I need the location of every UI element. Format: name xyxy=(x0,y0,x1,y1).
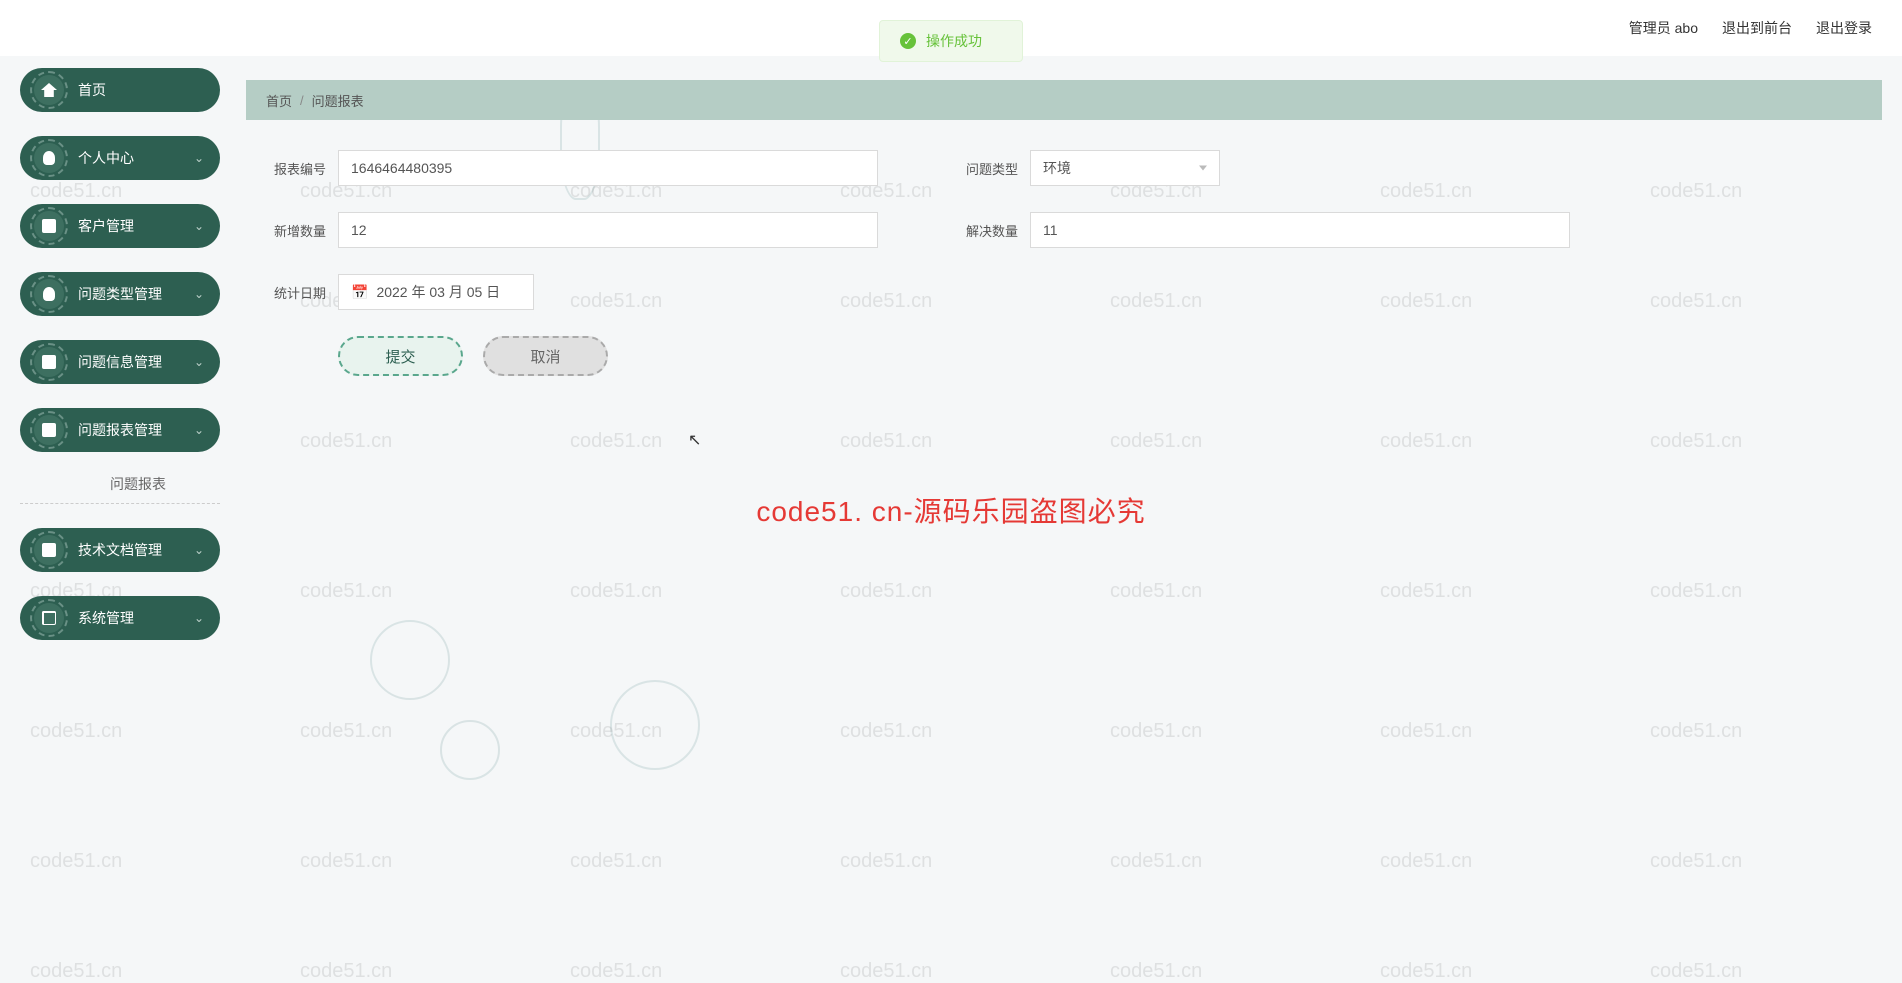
sidebar-item-problem-report[interactable]: 问题报表管理 ⌄ xyxy=(20,408,220,452)
field-problem-type: 问题类型 环境 xyxy=(948,150,1220,186)
breadcrumb: 首页 / 问题报表 xyxy=(246,80,1882,120)
field-resolved-count: 解决数量 xyxy=(948,212,1570,248)
module-icon xyxy=(34,211,64,241)
sidebar-item-label: 个人中心 xyxy=(78,148,194,168)
field-label: 统计日期 xyxy=(256,283,326,302)
breadcrumb-separator: / xyxy=(300,93,304,108)
sidebar-item-home[interactable]: 首页 xyxy=(20,68,220,112)
sidebar-item-customer[interactable]: 客户管理 ⌄ xyxy=(20,204,220,248)
calendar-icon: 📅 xyxy=(351,284,368,301)
toast-message: 操作成功 xyxy=(926,31,982,51)
sidebar-item-tech-doc[interactable]: 技术文档管理 ⌄ xyxy=(20,528,220,572)
home-icon xyxy=(34,75,64,105)
form-area: 报表编号 问题类型 环境 新增数量 解决数量 统计日期 xyxy=(246,120,1882,406)
sidebar-item-profile[interactable]: 个人中心 ⌄ xyxy=(20,136,220,180)
sidebar: 首页 个人中心 ⌄ 客户管理 ⌄ 问题类型管理 ⌄ 问题信息管理 ⌄ 问题报表管… xyxy=(20,68,220,664)
chevron-down-icon: ⌄ xyxy=(194,219,204,233)
sidebar-item-label: 首页 xyxy=(78,80,220,100)
field-label: 问题类型 xyxy=(948,159,1018,178)
field-label: 解决数量 xyxy=(948,221,1018,240)
report-id-input[interactable] xyxy=(338,150,878,186)
user-icon xyxy=(34,143,64,173)
field-report-id: 报表编号 xyxy=(256,150,878,186)
sidebar-item-label: 系统管理 xyxy=(78,608,194,628)
sidebar-subitem-report[interactable]: 问题报表 xyxy=(20,464,220,504)
module-icon xyxy=(34,535,64,565)
chevron-down-icon: ⌄ xyxy=(194,287,204,301)
submit-button[interactable]: 提交 xyxy=(338,336,463,376)
chevron-down-icon: ⌄ xyxy=(194,423,204,437)
breadcrumb-current: 问题报表 xyxy=(312,91,364,110)
sidebar-item-label: 客户管理 xyxy=(78,216,194,236)
stat-date-picker[interactable]: 📅 2022 年 03 月 05 日 xyxy=(338,274,534,310)
chevron-down-icon: ⌄ xyxy=(194,611,204,625)
sidebar-item-label: 技术文档管理 xyxy=(78,540,194,560)
module-icon xyxy=(34,415,64,445)
grid-icon xyxy=(34,603,64,633)
date-value: 2022 年 03 月 05 日 xyxy=(376,282,500,302)
problem-type-select[interactable]: 环境 xyxy=(1030,150,1220,186)
user-icon xyxy=(34,279,64,309)
button-label: 提交 xyxy=(385,346,415,367)
field-stat-date: 统计日期 📅 2022 年 03 月 05 日 xyxy=(256,274,534,310)
field-label: 报表编号 xyxy=(256,159,326,178)
back-frontend-link[interactable]: 退出到前台 xyxy=(1722,18,1792,38)
sidebar-item-label: 问题类型管理 xyxy=(78,284,194,304)
select-value: 环境 xyxy=(1043,158,1071,178)
field-new-count: 新增数量 xyxy=(256,212,878,248)
sidebar-item-label: 问题报表管理 xyxy=(78,420,194,440)
module-icon xyxy=(34,347,64,377)
success-toast: ✓ 操作成功 xyxy=(879,20,1023,62)
cursor-icon: ↖ xyxy=(688,430,701,450)
user-label[interactable]: 管理员 abo xyxy=(1629,18,1698,38)
cancel-button[interactable]: 取消 xyxy=(483,336,608,376)
logout-link[interactable]: 退出登录 xyxy=(1816,18,1872,38)
sidebar-subitem-label: 问题报表 xyxy=(110,474,166,494)
button-label: 取消 xyxy=(530,346,560,367)
watermark-center: code51. cn-源码乐园盗图必究 xyxy=(756,490,1145,530)
check-icon: ✓ xyxy=(900,33,916,49)
new-count-input[interactable] xyxy=(338,212,878,248)
breadcrumb-root[interactable]: 首页 xyxy=(266,91,292,110)
sidebar-item-problem-info[interactable]: 问题信息管理 ⌄ xyxy=(20,340,220,384)
chevron-down-icon: ⌄ xyxy=(194,151,204,165)
main-content: 首页 / 问题报表 报表编号 问题类型 环境 新增数量 解决数量 xyxy=(246,80,1882,406)
sidebar-item-system[interactable]: 系统管理 ⌄ xyxy=(20,596,220,640)
resolved-count-input[interactable] xyxy=(1030,212,1570,248)
sidebar-item-label: 问题信息管理 xyxy=(78,352,194,372)
field-label: 新增数量 xyxy=(256,221,326,240)
sidebar-item-problem-type[interactable]: 问题类型管理 ⌄ xyxy=(20,272,220,316)
chevron-down-icon: ⌄ xyxy=(194,543,204,557)
chevron-down-icon: ⌄ xyxy=(194,355,204,369)
